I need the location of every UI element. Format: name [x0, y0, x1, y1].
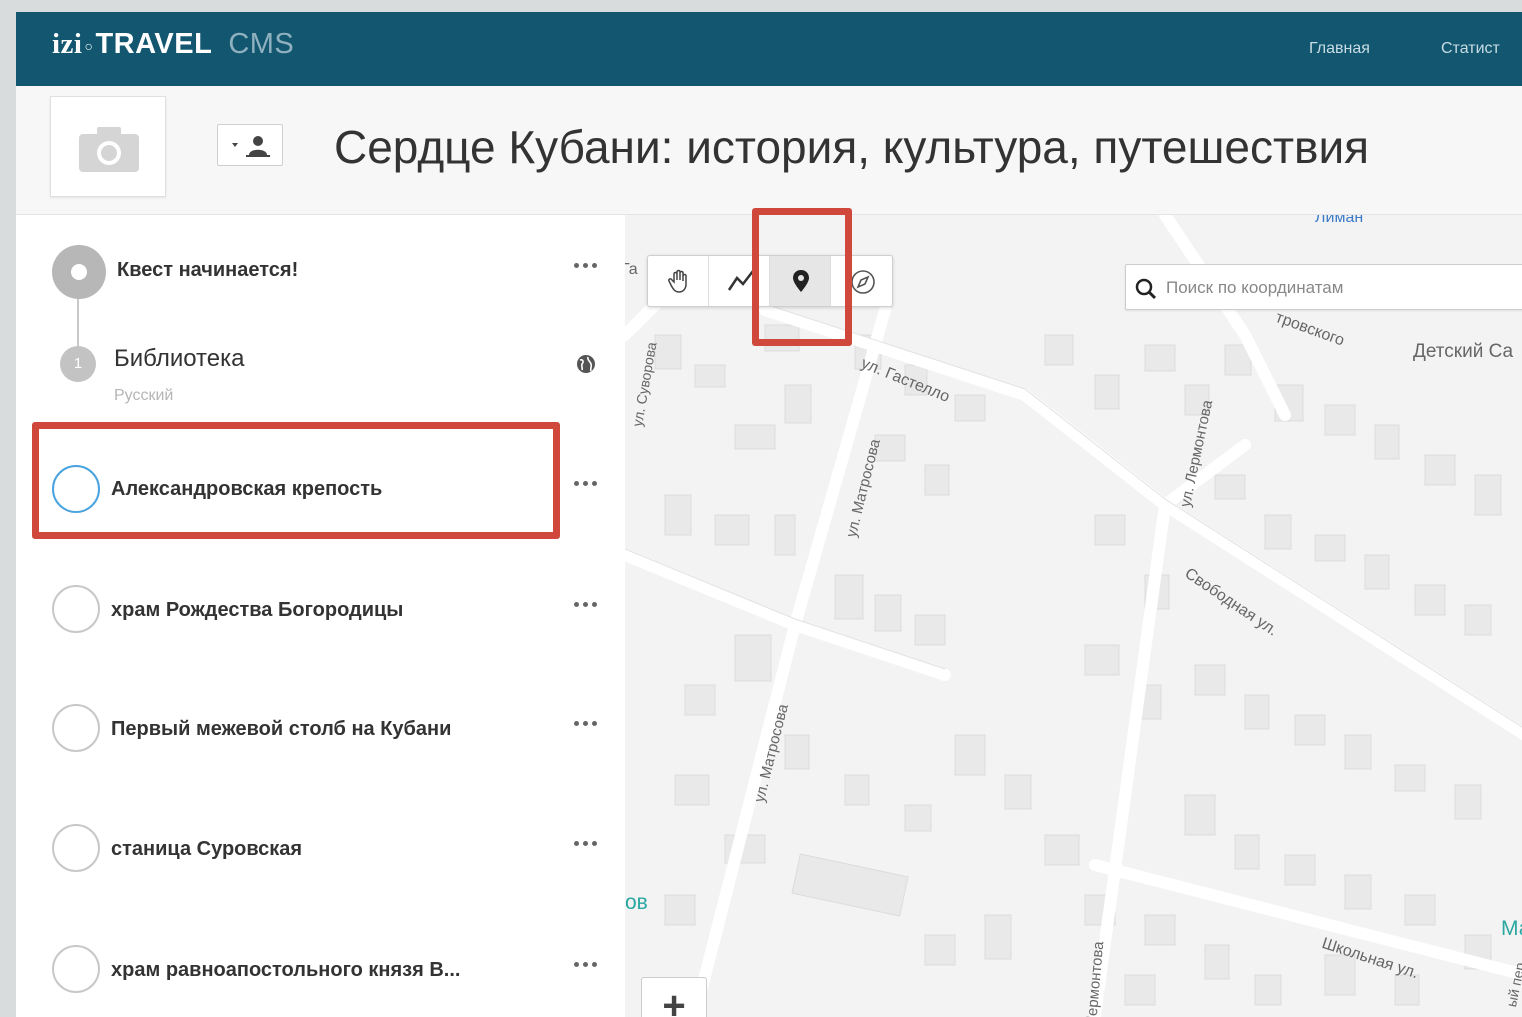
more-options-icon[interactable] [574, 259, 604, 273]
nav-link-statistics[interactable]: Статист [1441, 40, 1500, 58]
app-logo[interactable]: izi ○TRAVEL CMS [52, 28, 294, 61]
page-title: Сердце Кубани: история, культура, путеше… [334, 121, 1370, 173]
cover-image-placeholder[interactable] [50, 96, 166, 197]
quest-start-icon [52, 245, 106, 299]
stop-title[interactable]: храм равноапостольного князя В... [111, 959, 460, 982]
logo-dot-icon: ○ [84, 38, 94, 54]
more-options-icon[interactable] [574, 717, 604, 731]
globe-icon[interactable] [575, 353, 597, 375]
nav-link-home[interactable]: Главная [1309, 40, 1370, 58]
stop-status-circle[interactable] [52, 824, 100, 872]
map-label: ов [625, 891, 648, 914]
map-label-detsky-sad: Детский Са [1413, 341, 1514, 362]
logo-travel: TRAVEL [95, 28, 213, 60]
hand-icon [668, 269, 687, 293]
author-dropdown-button[interactable] [217, 124, 283, 166]
quest-start-label[interactable]: Квест начинается! [117, 259, 298, 282]
stop-status-circle[interactable] [52, 585, 100, 633]
stop-title[interactable]: храм Рождества Богородицы [111, 599, 403, 622]
stop-title[interactable]: станица Суровская [111, 838, 302, 861]
chapter-language: Русский [114, 387, 174, 404]
tour-header: Сердце Кубани: история, культура, путеше… [16, 86, 1522, 215]
highlight-annotation [752, 208, 852, 346]
more-options-icon[interactable] [574, 477, 604, 491]
stop-status-circle[interactable] [52, 945, 100, 993]
highlight-annotation [32, 422, 560, 539]
top-navbar: izi ○TRAVEL CMS Главная Статист [16, 12, 1522, 86]
stop-title[interactable]: Первый межевой столб на Кубани [111, 718, 451, 741]
more-options-icon[interactable] [574, 598, 604, 612]
map-label: Га [625, 261, 638, 278]
logo-izi: izi [52, 28, 83, 60]
stops-list: Квест начинается! 1 Библиотека Русский А… [16, 215, 625, 1017]
app-window: izi ○TRAVEL CMS Главная Статист Сердце Куб… [16, 12, 1522, 1017]
coordinate-search [1125, 264, 1522, 310]
coordinate-search-input[interactable] [1166, 275, 1516, 301]
chapter-number-badge: 1 [60, 346, 96, 382]
route-line-icon [727, 270, 754, 291]
chapter-title[interactable]: Библиотека [114, 345, 245, 373]
search-icon [1135, 278, 1157, 300]
compass-icon [851, 270, 875, 294]
logo-cms: CMS [228, 28, 295, 60]
more-options-icon[interactable] [574, 958, 604, 972]
pan-tool-button[interactable] [648, 256, 709, 306]
map-label-liman: Лиман [1315, 215, 1364, 226]
map-label: Ма [1501, 917, 1522, 940]
camera-icon [79, 127, 139, 172]
zoom-in-button[interactable]: + [641, 977, 707, 1017]
stop-status-circle[interactable] [52, 704, 100, 752]
more-options-icon[interactable] [574, 837, 604, 851]
user-caret-icon [232, 136, 270, 157]
